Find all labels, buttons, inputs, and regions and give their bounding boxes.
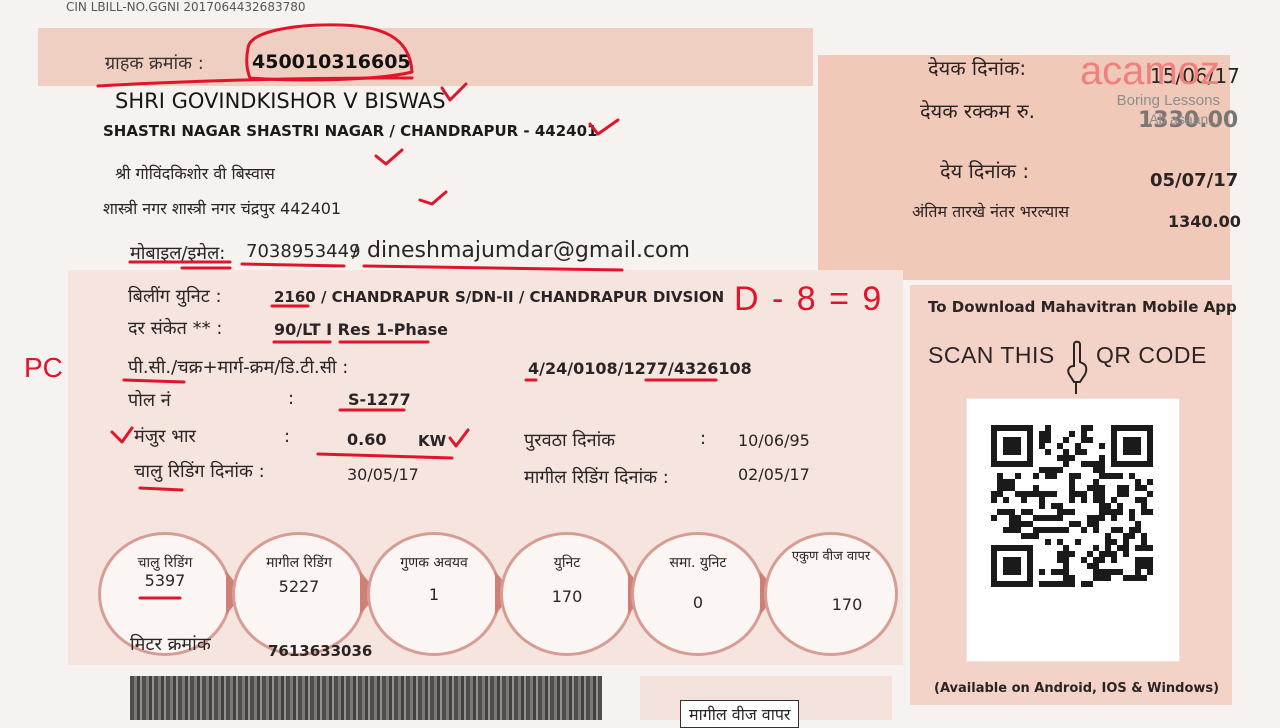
underline-mobile [240,262,346,268]
circle-highlight-consumer-number [245,23,414,82]
underline-current-date [138,486,184,492]
check-mark-icon [418,190,448,206]
underline-consumer-number [96,76,414,88]
underline-load [316,452,454,460]
check-mark-icon [448,428,470,448]
red-ink-markup [96,23,718,600]
check-mark-icon [374,148,404,166]
check-mark-icon [588,118,620,136]
check-mark-icon [440,82,468,102]
check-mark-icon [110,426,134,444]
underline-pc-label [122,378,186,384]
underline-email [362,264,624,272]
